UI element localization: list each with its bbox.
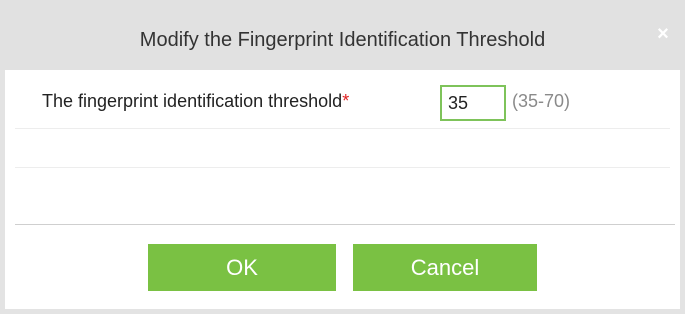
range-hint: (35-70) (512, 91, 571, 111)
dialog-titlebar: Modify the Fingerprint Identification Th… (0, 0, 685, 70)
cancel-button[interactable]: Cancel (353, 244, 537, 291)
threshold-dialog: Modify the Fingerprint Identification Th… (0, 0, 685, 314)
footer-divider (15, 224, 675, 225)
ok-button[interactable]: OK (148, 244, 336, 291)
threshold-row: The fingerprint identification threshold… (15, 76, 670, 129)
empty-row (15, 129, 670, 168)
dialog-title: Modify the Fingerprint Identification Th… (139, 29, 546, 51)
threshold-label-text: The fingerprint identification threshold (42, 91, 343, 111)
threshold-input[interactable] (440, 85, 506, 121)
threshold-label: The fingerprint identification threshold… (42, 91, 349, 112)
required-marker: * (342, 91, 350, 111)
close-icon[interactable]: × (653, 24, 673, 44)
